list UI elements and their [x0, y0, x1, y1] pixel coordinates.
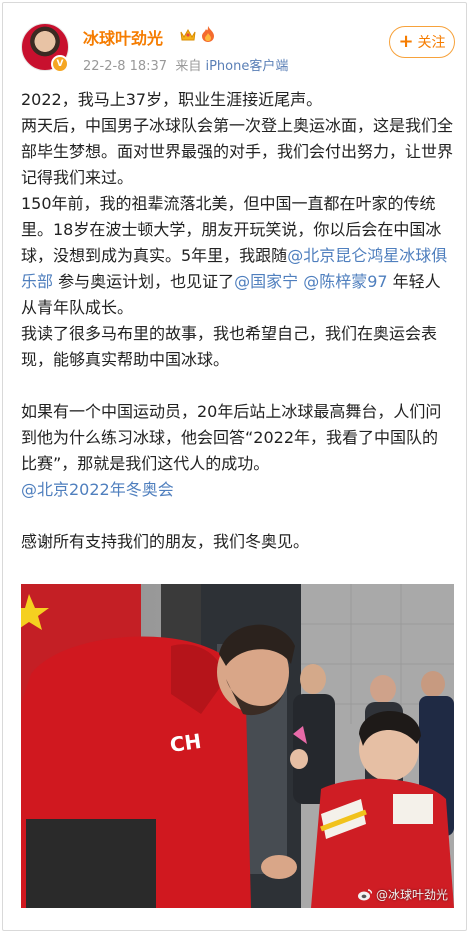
weibo-icon [357, 888, 372, 900]
source-prefix: 来自 [175, 59, 202, 74]
fire-icon [202, 26, 214, 42]
watermark-text: @冰球叶劲光 [375, 888, 448, 902]
client-link[interactable]: iPhone客户端 [205, 59, 288, 74]
post-paragraph: 我读了很多马布里的故事，我也希望自己，我们在奥运会表现，能够真实帮助中国冰球。 [21, 324, 438, 369]
post-paragraph: 2022，我马上37岁，职业生涯接近尾声。 [21, 90, 323, 109]
post-body: 2022，我马上37岁，职业生涯接近尾声。 两天后，中国男子冰球队会第一次登上奥… [21, 87, 453, 555]
mention-link[interactable]: @陈梓蒙97 [303, 272, 387, 291]
post-paragraph: 150年前，我的祖辈流落北美，但中国一直都在叶家的传统里。18岁在波士顿大学，朋… [21, 191, 453, 321]
photo-illustration: CH [21, 584, 454, 908]
post-paragraph: 如果有一个中国运动员，20年后站上冰球最高舞台，人们问到他为什么练习冰球，他会回… [21, 402, 442, 473]
post-paragraph: 感谢所有支持我们的朋友，我们冬奥见。 [21, 532, 310, 551]
post-paragraph: @北京2022年冬奥会 [21, 477, 453, 503]
post-header: V 冰球叶劲光 22-2-8 18:37 来自 iPhone客户端 + 关注 [3, 3, 468, 83]
photo-watermark: @冰球叶劲光 [357, 886, 448, 903]
post-date: 22-2-8 18:37 [83, 59, 168, 74]
post-text: 参与奥运计划，也见证了 [53, 272, 235, 291]
username[interactable]: 冰球叶劲光 [83, 25, 163, 49]
post-photo[interactable]: CH @冰球叶劲光 [21, 584, 454, 908]
svg-text:CH: CH [168, 729, 202, 757]
post-paragraph: 两天后，中国男子冰球队会第一次登上奥运冰面，这是我们全部毕生梦想。面对世界最强的… [21, 116, 454, 187]
crown-icon [180, 28, 196, 41]
mention-link[interactable]: @国家宁 [234, 272, 298, 291]
post-meta: 22-2-8 18:37 来自 iPhone客户端 [83, 55, 288, 74]
follow-button[interactable]: + 关注 [389, 26, 455, 58]
verified-badge-icon: V [51, 55, 69, 73]
plus-icon: + [398, 31, 414, 52]
weibo-post-card: V 冰球叶劲光 22-2-8 18:37 来自 iPhone客户端 + 关注 2… [2, 2, 467, 931]
follow-label: 关注 [417, 35, 446, 51]
mention-link[interactable]: @北京2022年冬奥会 [21, 480, 174, 499]
